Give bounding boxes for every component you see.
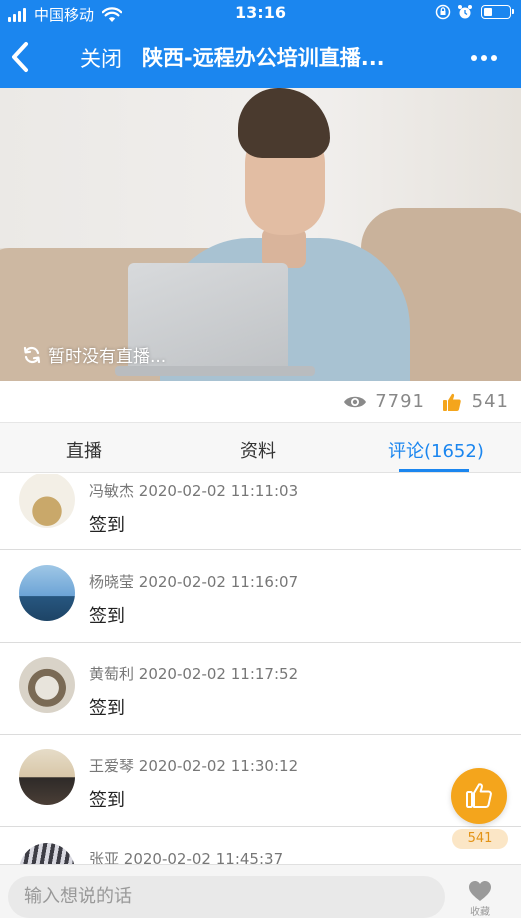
view-count: 7791 xyxy=(343,391,425,412)
alarm-icon xyxy=(458,5,472,19)
comment-author: 张亚 xyxy=(89,850,120,864)
comment-time: 2020-02-02 11:45:37 xyxy=(123,850,284,864)
avatar[interactable] xyxy=(19,565,75,621)
comment-meta: 张亚 2020-02-02 11:45:37 xyxy=(89,848,283,864)
avatar[interactable] xyxy=(19,474,75,528)
thumbs-up-icon[interactable] xyxy=(442,392,462,412)
thumbs-up-icon xyxy=(466,783,492,808)
like-button-count: 541 xyxy=(452,829,508,849)
favorite-button[interactable]: 收藏 xyxy=(462,880,498,918)
comment-time: 2020-02-02 11:17:52 xyxy=(138,665,299,683)
comment-item: 冯敏杰 2020-02-02 11:11:03 签到 xyxy=(0,474,521,550)
close-button[interactable]: 关闭 xyxy=(80,43,122,73)
eye-icon xyxy=(344,396,367,407)
comment-meta: 杨晓莹 2020-02-02 11:16:07 xyxy=(89,571,298,592)
page-title: 陕西-远程办公培训直播... xyxy=(142,46,385,70)
comment-text: 签到 xyxy=(89,790,125,811)
comment-time: 2020-02-02 11:16:07 xyxy=(138,573,299,591)
stats-bar: 7791 541 xyxy=(0,381,521,423)
like-button[interactable] xyxy=(451,768,507,824)
status-bar: 中国移动 13:16 xyxy=(0,0,521,26)
tab-docs[interactable]: 资料 xyxy=(240,437,276,463)
view-count-value: 7791 xyxy=(375,391,425,412)
comment-item: 黄萄利 2020-02-02 11:17:52 签到 xyxy=(0,643,521,735)
avatar[interactable] xyxy=(19,749,75,805)
comment-text: 签到 xyxy=(89,515,125,536)
tab-bar: 直播 资料 评论(1652) xyxy=(0,423,521,473)
status-right xyxy=(435,4,514,20)
avatar[interactable] xyxy=(19,657,75,713)
like-count-value: 541 xyxy=(471,391,509,412)
video-player[interactable]: 暂时没有直播... xyxy=(0,88,521,381)
bottom-bar: 输入想说的话 收藏 xyxy=(0,864,521,918)
battery-icon xyxy=(481,5,514,19)
tab-active-indicator xyxy=(399,469,469,472)
comment-author: 杨晓莹 xyxy=(89,573,135,591)
comment-text: 签到 xyxy=(89,606,125,627)
comment-author: 冯敏杰 xyxy=(89,482,135,500)
comment-author: 王爱琴 xyxy=(89,757,135,775)
comment-item: 王爱琴 2020-02-02 11:30:12 签到 xyxy=(0,735,521,827)
comment-item: 张亚 2020-02-02 11:45:37 xyxy=(0,827,521,864)
comment-list[interactable]: 冯敏杰 2020-02-02 11:11:03 签到 杨晓莹 2020-02-0… xyxy=(0,474,521,864)
comment-item: 杨晓莹 2020-02-02 11:16:07 签到 xyxy=(0,551,521,643)
comment-meta: 冯敏杰 2020-02-02 11:11:03 xyxy=(89,480,298,501)
comment-time: 2020-02-02 11:30:12 xyxy=(138,757,299,775)
comment-time: 2020-02-02 11:11:03 xyxy=(138,482,299,500)
comment-meta: 黄萄利 2020-02-02 11:17:52 xyxy=(89,663,298,684)
comment-input[interactable]: 输入想说的话 xyxy=(8,876,445,918)
tab-comments[interactable]: 评论(1652) xyxy=(388,437,484,463)
avatar[interactable] xyxy=(19,843,75,864)
live-status: 暂时没有直播... xyxy=(22,342,166,367)
comment-text: 签到 xyxy=(89,698,125,719)
live-status-text: 暂时没有直播... xyxy=(48,347,167,367)
rotation-lock-icon xyxy=(435,4,451,20)
heart-icon xyxy=(469,881,491,901)
nav-bar: 关闭 陕西-远程办公培训直播... xyxy=(0,26,521,88)
like-count: 541 xyxy=(442,391,509,412)
back-icon[interactable] xyxy=(6,40,36,74)
comment-author: 黄萄利 xyxy=(89,665,135,683)
favorite-label: 收藏 xyxy=(470,907,490,918)
tab-live[interactable]: 直播 xyxy=(66,437,102,463)
refresh-icon[interactable] xyxy=(22,345,42,365)
more-options-icon[interactable] xyxy=(467,55,497,61)
comment-meta: 王爱琴 2020-02-02 11:30:12 xyxy=(89,755,298,776)
